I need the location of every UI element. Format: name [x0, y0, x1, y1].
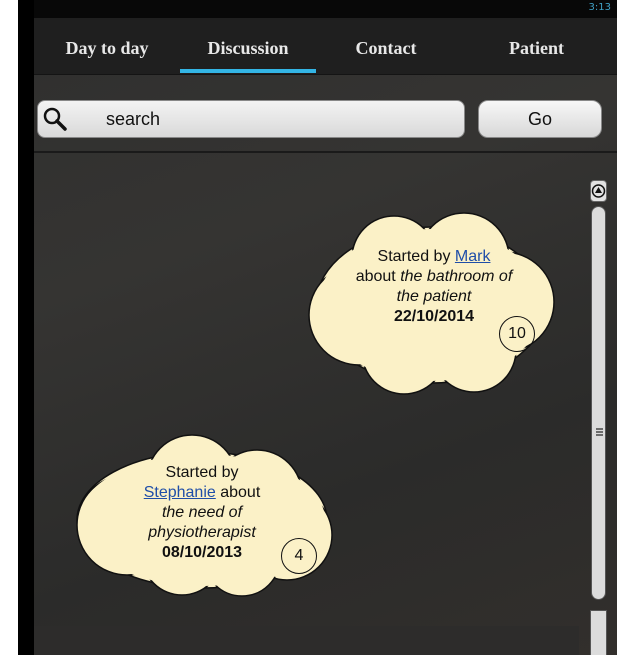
about-label: about [220, 484, 261, 501]
scrollbar[interactable] [590, 180, 607, 655]
bottom-panel [34, 626, 579, 655]
started-by-label: Started by [165, 464, 239, 481]
scroll-up-button[interactable] [590, 180, 607, 202]
author-link[interactable]: Mark [455, 248, 491, 265]
discussion-topic: the need of physiotherapist [148, 504, 256, 541]
status-bar: 3:13 [34, 0, 617, 18]
selected-tab-indicator [180, 69, 316, 73]
tab-contact[interactable]: Contact [316, 18, 456, 74]
message-count-badge: 10 [499, 316, 535, 352]
scroll-track[interactable] [591, 206, 606, 600]
scroll-grip-icon [596, 428, 603, 436]
discussion-bubble[interactable]: Started by Mark about the bathroom of th… [299, 210, 564, 400]
status-time: 3:13 [588, 2, 611, 13]
search-input[interactable] [106, 108, 446, 130]
tab-day-to-day[interactable]: Day to day [34, 18, 180, 74]
discussion-topic: the bathroom of the patient [396, 268, 513, 305]
go-button[interactable]: Go [478, 100, 602, 138]
divider [34, 151, 617, 153]
tab-bar: Day to day Discussion Contact Patient [34, 18, 617, 75]
tab-patient[interactable]: Patient [456, 18, 617, 74]
started-by-label: Started by [377, 248, 451, 265]
tab-discussion[interactable]: Discussion [180, 18, 316, 74]
about-label: about [355, 268, 396, 285]
app-screen: 3:13 Day to day Discussion Contact Patie… [34, 0, 617, 655]
device-frame: 3:13 Day to day Discussion Contact Patie… [18, 0, 617, 655]
message-count-badge: 4 [281, 538, 317, 574]
discussion-date: 22/10/2014 [393, 308, 475, 325]
scroll-track-lower[interactable] [590, 610, 607, 655]
discussion-bubble[interactable]: Started by Stephanie about the need of p… [62, 430, 342, 600]
search-icon [43, 107, 67, 131]
arrow-up-icon [591, 184, 606, 198]
discussion-date: 08/10/2013 [161, 544, 243, 561]
search-box[interactable] [37, 100, 465, 138]
discussion-summary: Started by Mark about the bathroom of th… [354, 247, 514, 327]
discussion-summary: Started by Stephanie about the need of p… [132, 463, 272, 563]
author-link[interactable]: Stephanie [144, 484, 216, 501]
